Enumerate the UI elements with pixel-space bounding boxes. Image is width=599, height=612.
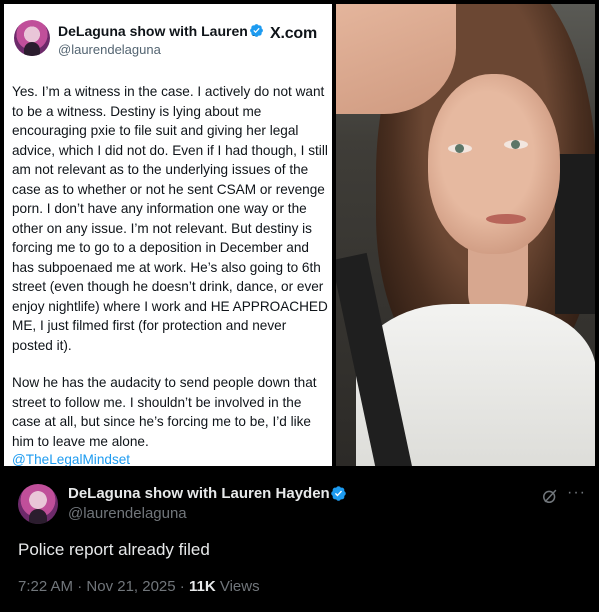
- embedded-post-handle: @laurendelaguna: [58, 42, 161, 57]
- meta-separator: ·: [73, 578, 87, 595]
- views-label: Views: [215, 578, 260, 595]
- tweet-time[interactable]: 7:22 AM: [18, 578, 73, 595]
- embedded-post-display-name: DeLaguna show with Lauren H...: [58, 23, 258, 39]
- verified-badge-icon[interactable]: [330, 485, 347, 502]
- tweet-metadata: 7:22 AM · Nov 21, 2025 · 11K Views: [18, 578, 260, 595]
- avatar[interactable]: [18, 484, 58, 524]
- meta-separator: ·: [175, 578, 189, 595]
- tweet-date[interactable]: Nov 21, 2025: [86, 578, 175, 595]
- photo-background: [555, 154, 595, 314]
- tweet: DeLaguna show with Lauren Hayden @lauren…: [0, 470, 599, 612]
- embedded-post-mention-link[interactable]: @TheLegalMindset: [12, 452, 130, 466]
- photo-eye: [448, 144, 472, 153]
- selfie-photo[interactable]: [336, 4, 595, 466]
- author-display-name[interactable]: DeLaguna show with Lauren Hayden: [68, 485, 330, 502]
- x-logo-icon: X.com: [270, 25, 318, 42]
- author-handle[interactable]: @laurendelaguna: [68, 505, 187, 522]
- tweet-media[interactable]: DeLaguna show with Lauren H... @laurende…: [0, 0, 599, 470]
- embedded-post-paragraph: Yes. I’m a witness in the case. I active…: [12, 84, 328, 353]
- more-icon[interactable]: ···: [567, 484, 586, 502]
- grok-icon[interactable]: [540, 486, 560, 506]
- photo-lips: [486, 214, 526, 224]
- photo-eye: [504, 140, 528, 149]
- photo-face: [428, 74, 560, 254]
- embedded-post-avatar: [14, 20, 50, 56]
- verified-badge-icon: [250, 24, 263, 37]
- embedded-post-text: Yes. I’m a witness in the case. I active…: [12, 82, 330, 466]
- embedded-post-paragraph: Now he has the audacity to send people d…: [12, 375, 317, 449]
- embedded-post-screenshot[interactable]: DeLaguna show with Lauren H... @laurende…: [4, 4, 332, 466]
- embedded-post-header: DeLaguna show with Lauren H... @laurende…: [4, 4, 332, 62]
- tweet-text: Police report already filed: [18, 540, 210, 559]
- views-count[interactable]: 11K: [189, 578, 216, 595]
